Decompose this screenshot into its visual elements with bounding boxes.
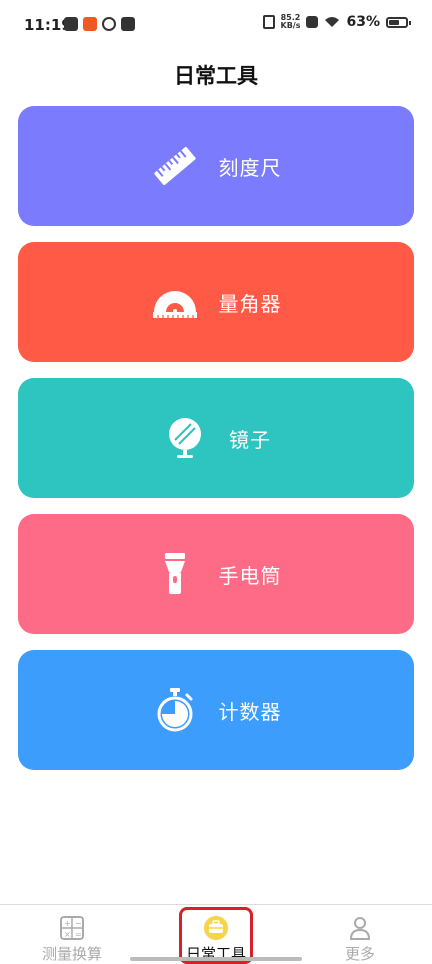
- svg-text:+: +: [64, 919, 71, 928]
- status-bar: 11:19 85.2 KB/s 63%: [0, 0, 432, 52]
- tool-label: 计数器: [218, 699, 282, 724]
- nav-label: 测量换算: [41, 945, 102, 963]
- svg-text:×: ×: [64, 930, 71, 939]
- home-indicator[interactable]: [130, 957, 302, 961]
- app-notification-icon: [83, 17, 97, 31]
- battery-percent: 63%: [346, 14, 380, 30]
- nav-item-tools[interactable]: 日常工具: [144, 905, 288, 964]
- svg-text:−: −: [75, 919, 82, 928]
- toolbox-icon: [203, 915, 229, 941]
- wifi-icon: [325, 17, 340, 27]
- status-right: 85.2 KB/s 63%: [262, 14, 411, 30]
- tool-card-counter[interactable]: 计数器: [18, 650, 414, 770]
- nav-label: 更多: [344, 945, 375, 963]
- battery-icon: [386, 16, 411, 28]
- network-speed: 85.2 KB/s: [281, 14, 301, 30]
- message-notification-icon: [64, 17, 78, 31]
- tool-card-protractor[interactable]: 量角器: [18, 242, 414, 362]
- calculator-icon: + − × =: [59, 915, 85, 941]
- net-speed-unit: KB/s: [280, 21, 301, 30]
- tool-card-mirror[interactable]: 镜子: [18, 378, 414, 498]
- nav-item-more[interactable]: 更多: [288, 905, 432, 964]
- tiktok-notification-icon: [121, 17, 135, 31]
- tool-label: 手电筒: [218, 563, 282, 588]
- protractor-icon: [151, 278, 199, 326]
- person-icon: [347, 915, 373, 941]
- stopwatch-icon: [151, 686, 199, 734]
- tool-label: 量角器: [218, 291, 282, 316]
- status-notification-icons: [64, 17, 135, 31]
- sync-notification-icon: [102, 17, 116, 31]
- tool-label: 镜子: [229, 427, 271, 452]
- ruler-icon: [151, 142, 199, 190]
- svg-text:=: =: [75, 930, 82, 939]
- nav-item-measure[interactable]: + − × = 测量换算: [0, 905, 144, 964]
- flashlight-icon: [151, 550, 199, 598]
- battery-fill: [389, 19, 399, 25]
- no-sim-icon: [306, 16, 319, 28]
- tool-card-ruler[interactable]: 刻度尺: [18, 106, 414, 226]
- tool-card-flashlight[interactable]: 手电筒: [18, 514, 414, 634]
- page-title: 日常工具: [174, 64, 258, 88]
- bottom-nav: + − × = 测量换算 日常工具 更多: [0, 904, 432, 964]
- vibrate-icon: [262, 15, 275, 29]
- mirror-icon: [161, 414, 209, 462]
- tool-label: 刻度尺: [218, 155, 282, 180]
